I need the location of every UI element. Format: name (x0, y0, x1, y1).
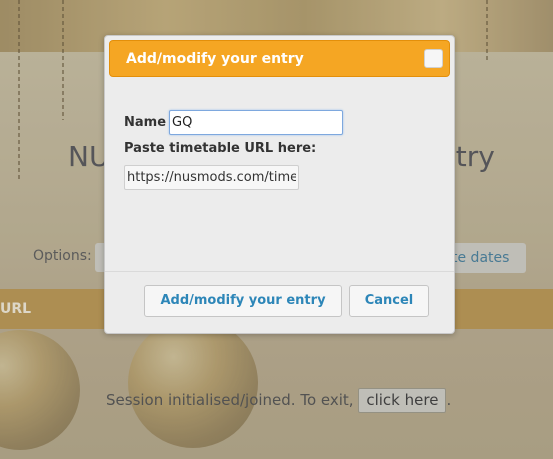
dialog-titlebar[interactable]: Add/modify your entry (109, 40, 450, 77)
dialog-title: Add/modify your entry (126, 51, 304, 67)
url-label: Paste timetable URL here: (124, 141, 317, 156)
footer-divider (105, 271, 454, 272)
name-label: Name (124, 115, 167, 130)
cancel-button[interactable]: Cancel (349, 285, 429, 317)
submit-entry-button[interactable]: Add/modify your entry (144, 285, 342, 317)
entry-dialog: Add/modify your entry Name Paste timetab… (104, 35, 455, 334)
close-button[interactable] (424, 49, 443, 68)
timetable-url-input[interactable] (124, 165, 299, 190)
name-row: Name (124, 110, 343, 136)
name-input[interactable] (169, 110, 343, 135)
